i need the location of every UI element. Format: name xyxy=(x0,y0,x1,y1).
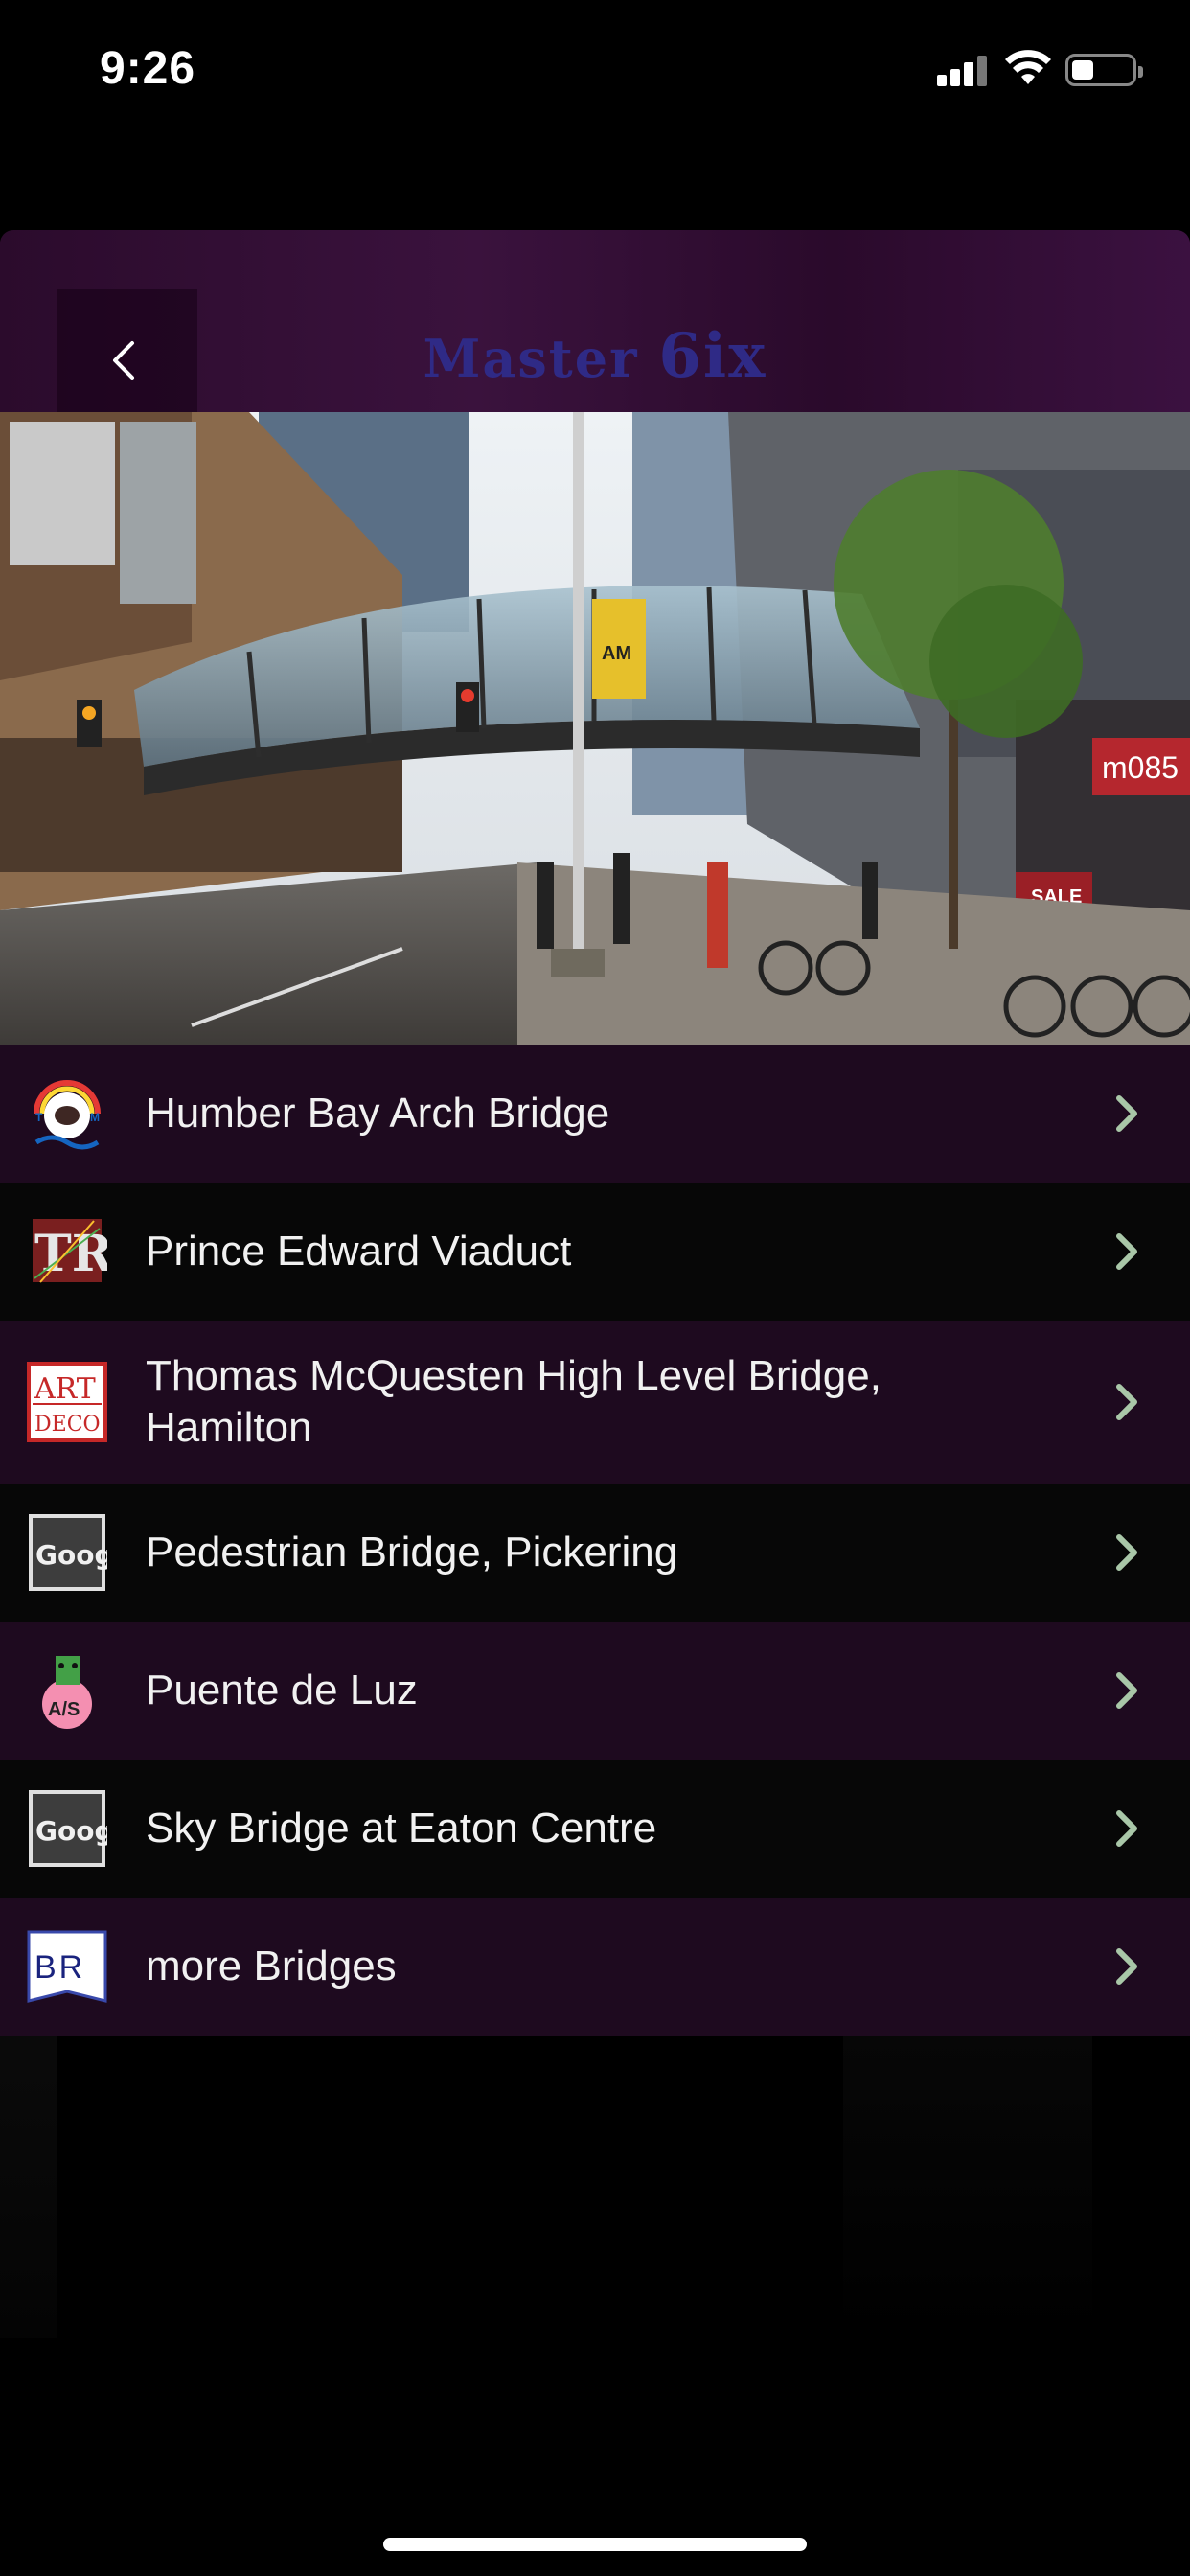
app-title-part1: Master xyxy=(423,328,659,389)
chevron-right-icon xyxy=(1116,1233,1137,1270)
list-item[interactable]: BR more Bridges xyxy=(0,1898,1190,2036)
svg-text:Goog: Goog xyxy=(35,1539,107,1571)
chevron-right-icon xyxy=(1116,1948,1137,1985)
svg-text:T: T xyxy=(35,1111,43,1124)
br-icon: BR xyxy=(27,1926,107,2007)
tnm-logo-icon: T M xyxy=(27,1073,107,1154)
svg-text:TR: TR xyxy=(34,1225,107,1283)
list-item[interactable]: Goog Pedestrian Bridge, Pickering xyxy=(0,1484,1190,1622)
status-bar: 9:26 xyxy=(0,0,1190,134)
home-indicator[interactable] xyxy=(383,2538,807,2551)
app-title: Master 6ix xyxy=(0,320,1190,392)
battery-icon xyxy=(1065,54,1143,86)
svg-text:A/S: A/S xyxy=(48,1699,80,1720)
list-item[interactable]: T M Humber Bay Arch Bridge xyxy=(0,1045,1190,1183)
cellular-signal-icon xyxy=(937,54,991,86)
list-item[interactable]: TR Prince Edward Viaduct xyxy=(0,1183,1190,1321)
chevron-right-icon xyxy=(1116,1384,1137,1420)
list-item[interactable]: Goog Sky Bridge at Eaton Centre xyxy=(0,1760,1190,1898)
chevron-right-icon xyxy=(1116,1095,1137,1132)
goog-icon: Goog xyxy=(27,1512,107,1593)
svg-text:BR: BR xyxy=(34,1949,85,1986)
nav-header: Master 6ix xyxy=(0,230,1190,429)
svg-text:ART: ART xyxy=(34,1372,96,1406)
chevron-right-icon xyxy=(1116,1672,1137,1709)
chevron-right-icon xyxy=(1116,1810,1137,1847)
list-item-label: Humber Bay Arch Bridge xyxy=(146,1090,610,1137)
list-item-label: Sky Bridge at Eaton Centre xyxy=(146,1805,657,1852)
street-bridge-photo: m085 SALE AM xyxy=(0,412,1190,1045)
svg-text:DECO: DECO xyxy=(34,1413,101,1437)
list-item[interactable]: ART DECO Thomas McQuesten High Level Bri… xyxy=(0,1321,1190,1484)
list-item-label: Puente de Luz xyxy=(146,1667,418,1714)
store-sign-text: m085 xyxy=(1102,750,1179,785)
list-item-label: Pedestrian Bridge, Pickering xyxy=(146,1529,678,1576)
list-item[interactable]: A/S Puente de Luz xyxy=(0,1622,1190,1760)
svg-text:M: M xyxy=(90,1111,100,1124)
banner-text: AM xyxy=(602,643,631,664)
list-item-label: Thomas McQuesten High Level Bridge, Hami… xyxy=(146,1352,881,1451)
hero-image: m085 SALE AM xyxy=(0,412,1190,1045)
goog-icon: Goog xyxy=(27,1788,107,1869)
app-title-part2: 6ix xyxy=(658,320,767,392)
list-item-label: Prince Edward Viaduct xyxy=(146,1228,572,1275)
list-item-label: more Bridges xyxy=(146,1943,397,1990)
art-deco-icon: ART DECO xyxy=(27,1362,107,1442)
as-icon: A/S xyxy=(27,1650,107,1731)
tr-logo-icon: TR xyxy=(27,1211,107,1292)
chevron-right-icon xyxy=(1116,1534,1137,1571)
wifi-icon xyxy=(1005,50,1051,84)
bridge-list: T M Humber Bay Arch Bridge TR Prince Edw… xyxy=(0,1045,1190,2036)
svg-text:Goog: Goog xyxy=(35,1815,107,1847)
status-time: 9:26 xyxy=(100,43,196,94)
